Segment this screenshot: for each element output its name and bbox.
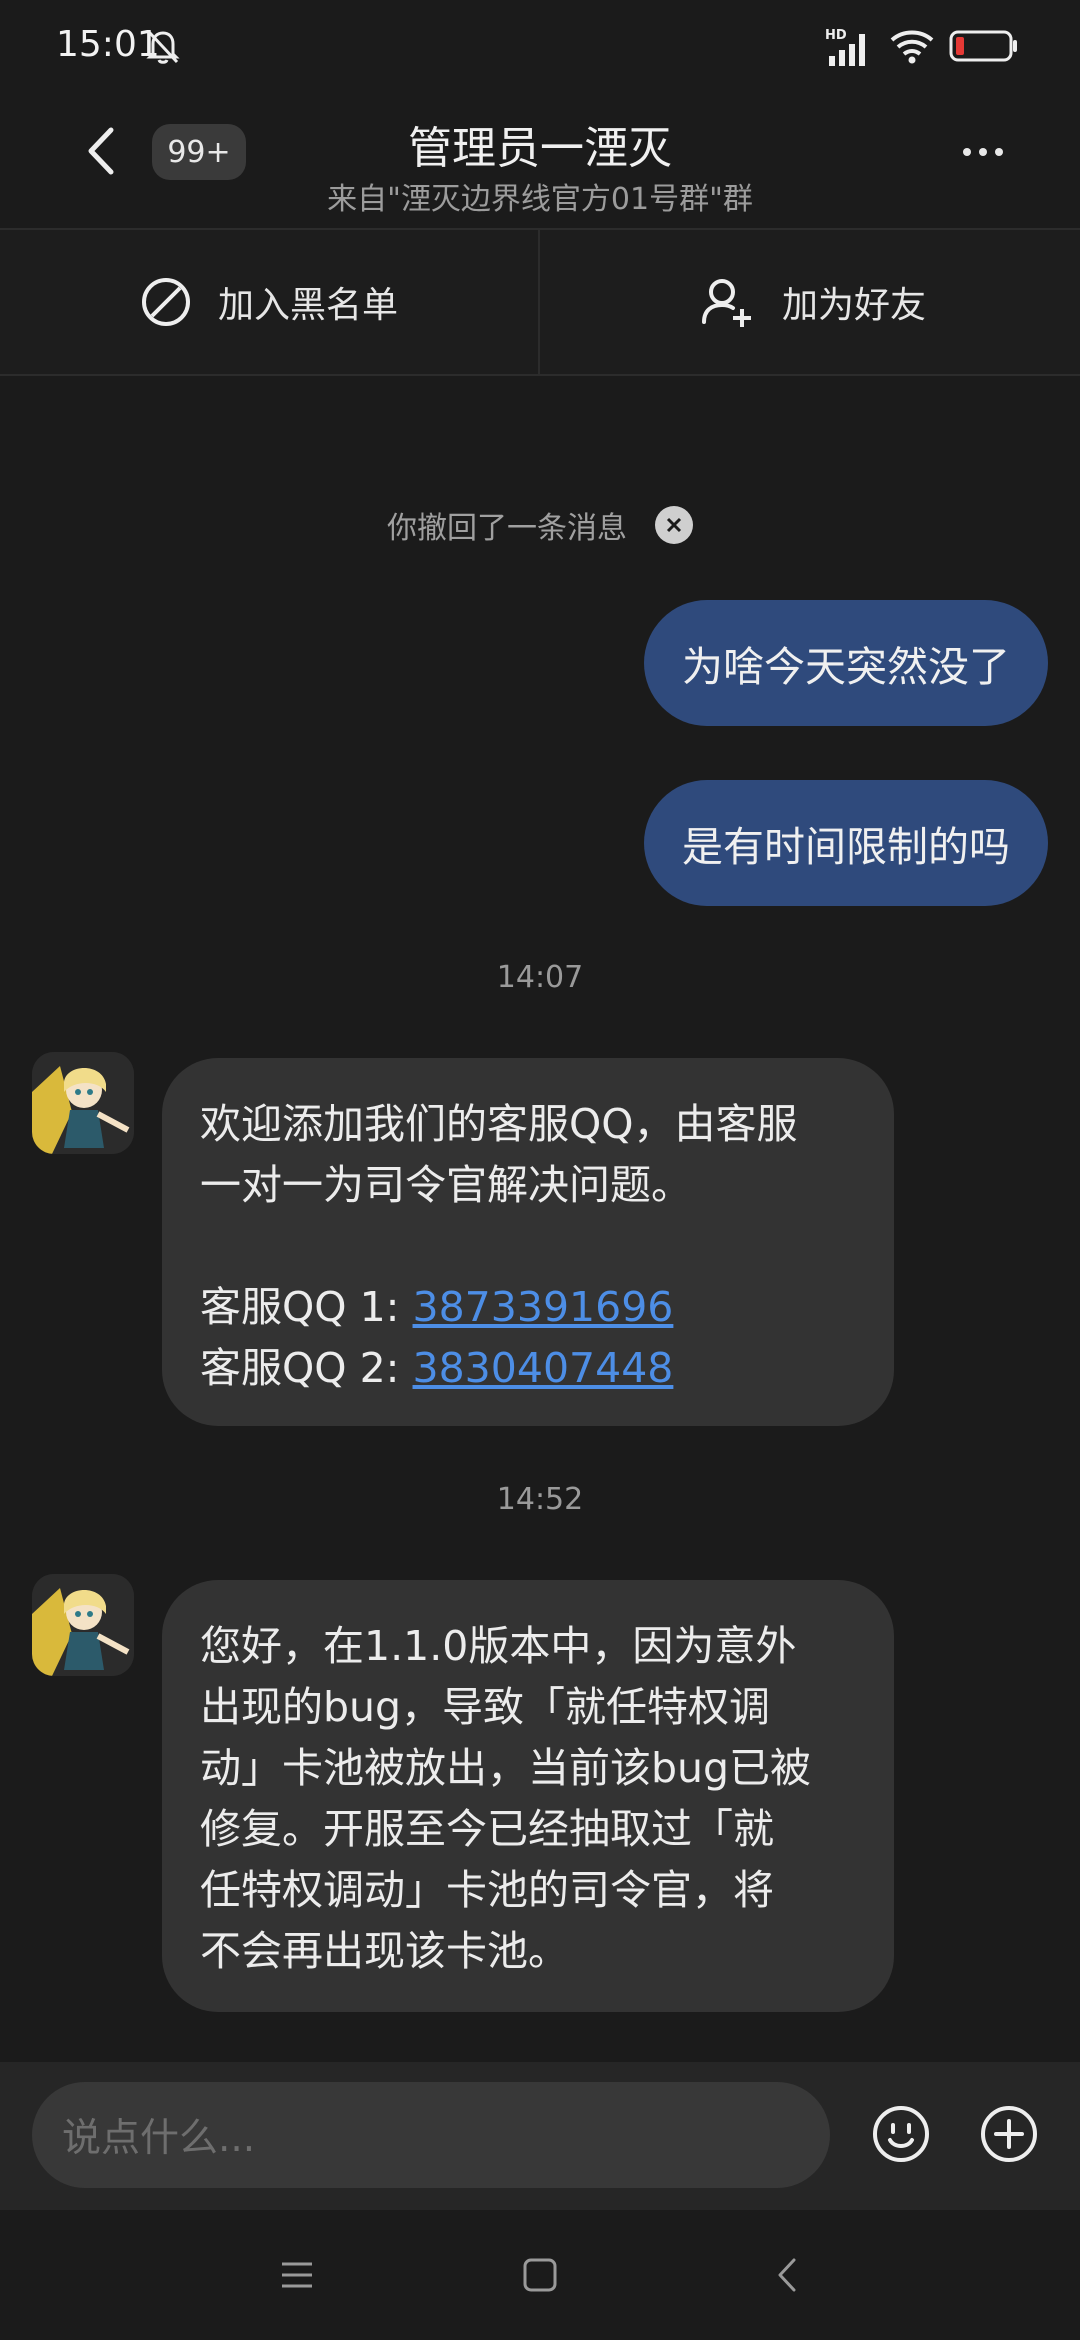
qq-label: 客服QQ 1:	[200, 1283, 413, 1331]
nav-back-icon	[778, 2258, 796, 2292]
plus-icon	[981, 2106, 1037, 2162]
divider	[538, 230, 540, 374]
qq-line-1: 客服QQ 1: 3873391696	[200, 1277, 856, 1338]
menu-icon	[282, 2262, 312, 2288]
back-arrow-icon	[88, 127, 114, 175]
recalled-text: 你撤回了一条消息	[387, 511, 627, 546]
message-timestamp: 14:52	[496, 1482, 584, 1517]
wifi-icon	[889, 26, 935, 70]
message-line: 欢迎添加我们的客服QQ，由客服	[200, 1100, 798, 1148]
incoming-message[interactable]: 您好，在1.1.0版本中，因为意外 出现的bug，导致「就任特权调 动」卡池被放…	[162, 1580, 894, 2012]
chat-subtitle: 来自"湮灭边界线官方01号群"群	[327, 182, 753, 217]
back-button[interactable]	[70, 118, 130, 184]
home-button[interactable]	[515, 2250, 565, 2300]
qq-line-2: 客服QQ 2: 3830407448	[200, 1338, 856, 1399]
blacklist-label: 加入黑名单	[218, 285, 399, 326]
input-placeholder: 说点什么...	[62, 2116, 256, 2161]
avatar[interactable]	[32, 1574, 134, 1676]
signal-icon: HD	[825, 28, 875, 68]
add-friend-button[interactable]: 加为好友	[700, 230, 926, 374]
plus-button[interactable]	[980, 2105, 1038, 2163]
add-friend-label: 加为好友	[782, 285, 927, 326]
message-line: 不会再出现该卡池。	[200, 1927, 569, 1975]
emoji-icon	[873, 2106, 929, 2162]
message-line: 一对一为司令官解决问题。	[200, 1161, 692, 1209]
message-line: 任特权调动」卡池的司令官，将	[200, 1866, 774, 1914]
add-to-blacklist-button[interactable]: 加入黑名单	[140, 230, 398, 374]
battery-icon	[949, 26, 1019, 70]
more-button[interactable]	[950, 124, 1016, 180]
incoming-message[interactable]: 欢迎添加我们的客服QQ，由客服 一对一为司令官解决问题。 客服QQ 1: 387…	[162, 1058, 894, 1426]
qq-label: 客服QQ 2:	[200, 1344, 413, 1392]
outgoing-message[interactable]: 为啥今天突然没了	[644, 600, 1048, 726]
message-line: 动」卡池被放出，当前该bug已被	[200, 1744, 812, 1792]
close-icon[interactable]	[655, 506, 693, 544]
add-friend-icon	[702, 279, 751, 327]
message-timestamp: 14:07	[496, 960, 584, 995]
nav-back-button[interactable]	[762, 2250, 812, 2300]
avatar[interactable]	[32, 1052, 134, 1154]
block-icon	[142, 278, 190, 326]
status-icons: HD	[825, 24, 1019, 72]
chat-title: 管理员一湮灭	[408, 123, 672, 174]
message-line: 出现的bug，导致「就任特权调	[200, 1683, 771, 1731]
more-icon	[963, 148, 971, 156]
message-input[interactable]: 说点什么...	[32, 2082, 830, 2188]
emoji-button[interactable]	[872, 2105, 930, 2163]
unread-badge[interactable]: 99+	[152, 124, 246, 180]
home-icon	[523, 2258, 557, 2292]
menu-button[interactable]	[272, 2250, 322, 2300]
qq-number-link[interactable]: 3873391696	[413, 1283, 674, 1331]
recalled-notice: 你撤回了一条消息	[0, 500, 1080, 550]
bell-off-icon	[143, 26, 183, 66]
outgoing-message[interactable]: 是有时间限制的吗	[644, 780, 1048, 906]
message-line: 修复。开服至今已经抽取过「就	[200, 1805, 774, 1853]
message-line: 您好，在1.1.0版本中，因为意外	[200, 1622, 797, 1670]
qq-number-link[interactable]: 3830407448	[413, 1344, 674, 1392]
